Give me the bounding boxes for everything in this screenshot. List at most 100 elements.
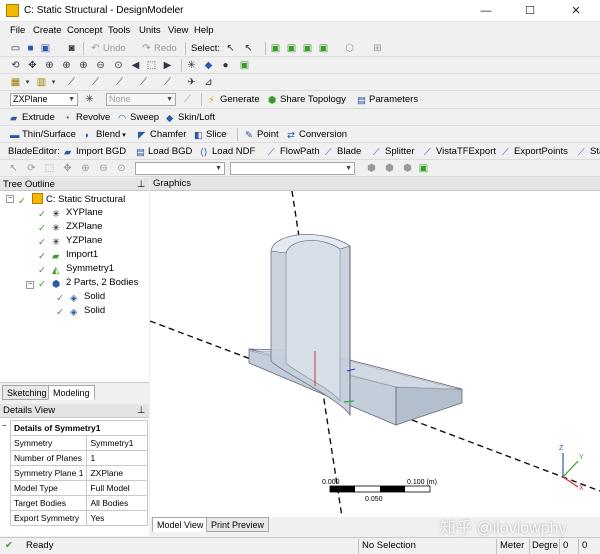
table-row[interactable]: Symmetry Plane 1 ZXPlane [9, 465, 148, 481]
tab-print-preview[interactable]: Print Preview [206, 517, 270, 532]
load-ndf-button[interactable]: ⟨⟩ Load NDF [200, 146, 255, 158]
select-edges-icon[interactable]: ▣ [286, 43, 297, 54]
close-button[interactable]: ✕ [554, 2, 598, 20]
new-icon[interactable]: ▭ [10, 43, 21, 54]
triad-icon[interactable]: ✳ [186, 60, 197, 71]
save-as-icon[interactable]: ▣ [40, 43, 51, 54]
coordinate-system-icon[interactable]: ▦ [10, 77, 21, 88]
display-plane-icon[interactable]: ▣ [239, 60, 250, 71]
tree-item-parts[interactable]: ✓ ⬢ 2 Parts, 2 Bodies [38, 277, 138, 290]
zoom-icon[interactable]: ⊕ [44, 60, 55, 71]
rotate-icon[interactable]: ⟲ [10, 60, 21, 71]
display-model-icon[interactable]: ◆ [203, 60, 214, 71]
pan-icon[interactable]: ✥ [27, 60, 38, 71]
blade-button[interactable]: ⟋ Blade [325, 146, 361, 158]
chevron-down-icon[interactable]: ▾ [48, 77, 59, 88]
filter-edge-icon[interactable]: ⬢ [366, 163, 377, 174]
minimize-button[interactable]: — [464, 2, 508, 20]
generate-button[interactable]: ⚡ Generate [208, 94, 260, 106]
menu-tools[interactable]: Tools [108, 25, 130, 36]
chevron-down-icon[interactable]: ▾ [22, 77, 33, 88]
plane-select[interactable]: ZXPlane ▼ [10, 93, 78, 106]
select-faces-icon[interactable]: ▣ [302, 43, 313, 54]
filter-body-icon[interactable]: ⬢ [402, 163, 413, 174]
select-cursor-icon[interactable]: ↖ [225, 43, 236, 54]
move-icon[interactable]: ✥ [62, 163, 73, 174]
menu-view[interactable]: View [168, 25, 188, 36]
zoom-box-icon[interactable]: ⊕ [80, 163, 91, 174]
flowpath-button[interactable]: ⟋ FlowPath [268, 146, 320, 158]
magnifier-icon[interactable]: ⊖ [95, 60, 106, 71]
select-bodies-icon[interactable]: ▣ [318, 43, 329, 54]
tree-item-symmetry1[interactable]: ✓ ◭ Symmetry1 [38, 263, 114, 276]
pin-icon[interactable]: ⊥ [137, 179, 145, 190]
menu-units[interactable]: Units [139, 25, 161, 36]
tree-item-zxplane[interactable]: ✓ ✳ ZXPlane [38, 221, 102, 234]
export-points-button[interactable]: ⟋ ExportPoints [502, 146, 568, 158]
display-point-icon[interactable]: ● [220, 60, 231, 71]
collapse-toggle[interactable]: − [2, 421, 7, 430]
collapse-toggle[interactable]: − [6, 195, 14, 203]
lasso-icon[interactable]: ⟳ [26, 163, 37, 174]
parameters-button[interactable]: ▤ Parameters [357, 94, 418, 106]
table-row[interactable]: Symmetry Symmetry1 [9, 435, 148, 451]
unit-angle[interactable]: Degre [532, 540, 558, 551]
filter-all-icon[interactable]: ▣ [418, 163, 429, 174]
table-row[interactable]: Target Bodies All Bodies [9, 495, 148, 511]
unit-length[interactable]: Meter [500, 540, 524, 551]
slice-button[interactable]: ◧ Slice [194, 129, 227, 141]
new-sketch-icon[interactable]: ⟋ [90, 77, 101, 88]
iso-view-icon[interactable]: ⬚ [146, 60, 157, 71]
plane-display-icon[interactable]: ▥ [36, 77, 47, 88]
save-icon[interactable]: ■ [25, 43, 36, 54]
new-sketch-icon[interactable]: ⟋ [182, 94, 193, 105]
sta-button[interactable]: ⟋Sta [578, 146, 600, 158]
box-select-icon[interactable]: ⬚ [44, 163, 55, 174]
redo-icon[interactable]: ↷ [141, 43, 152, 54]
thin-surface-button[interactable]: ▬ Thin/Surface [10, 129, 76, 141]
filter-combo-2[interactable]: ▼ [230, 162, 355, 175]
conversion-button[interactable]: ⇄ Conversion [287, 129, 347, 141]
table-row[interactable]: Model Type Full Model [9, 480, 148, 496]
filter-face-icon[interactable]: ⬢ [384, 163, 395, 174]
blend-button[interactable]: ◗ Blend ▾ [84, 129, 126, 141]
menu-file[interactable]: File [10, 25, 25, 36]
table-row[interactable]: Number of Planes 1 [9, 450, 148, 466]
model-viewport-svg[interactable]: 0.000 0.100 (m) 0.050 Z Y X [150, 191, 600, 517]
next-view-icon[interactable]: ▶ [162, 60, 173, 71]
fit-icon[interactable]: ⊙ [116, 163, 127, 174]
tab-modeling[interactable]: Modeling [48, 385, 95, 400]
zoom-out-icon[interactable]: ⊖ [98, 163, 109, 174]
extend-selection-icon[interactable]: ⬡ [344, 43, 355, 54]
zoom-fit-icon[interactable]: ⊕ [78, 60, 89, 71]
undo-icon[interactable]: ↶ [90, 43, 101, 54]
grid-icon[interactable]: ⊞ [372, 43, 383, 54]
line-icon[interactable]: ⟋ [162, 77, 173, 88]
redo-button[interactable]: Redo [154, 43, 177, 54]
share-topology-button[interactable]: ⬢ Share Topology [268, 94, 346, 106]
splitter-button[interactable]: ⟋ Splitter [373, 146, 415, 158]
skin-loft-button[interactable]: ◆ Skin/Loft [166, 112, 215, 124]
graphics-viewport[interactable]: 0.000 0.100 (m) 0.050 Z Y X [150, 191, 600, 517]
previous-view-icon[interactable]: ◀ [130, 60, 141, 71]
point-icon[interactable]: ⟋ [138, 77, 149, 88]
table-row[interactable]: Export Symmetry Yes [9, 510, 148, 526]
tree-item-solid[interactable]: ✓ ◈ Solid [56, 305, 105, 318]
look-at-icon[interactable]: ⟋ [114, 77, 125, 88]
point-button[interactable]: ✎ Point [245, 129, 279, 141]
collapse-toggle[interactable]: − [26, 281, 34, 289]
maximize-button[interactable]: ☐ [508, 2, 552, 20]
sketch-select[interactable]: None ▼ [106, 93, 176, 106]
revolve-button[interactable]: ◔ Revolve [64, 112, 110, 124]
menu-create[interactable]: Create [33, 25, 62, 36]
undo-button[interactable]: Undo [103, 43, 126, 54]
import-bgd-button[interactable]: ▰ Import BGD [64, 146, 126, 158]
screenshot-icon[interactable]: ◙ [66, 43, 77, 54]
tree-item-yzplane[interactable]: ✓ ✳ YZPlane [38, 235, 102, 248]
tree-root[interactable]: ✓ C: Static Structural [18, 193, 125, 207]
sweep-button[interactable]: ◠ Sweep [118, 112, 159, 124]
menu-help[interactable]: Help [194, 25, 214, 36]
arrow-icon[interactable]: ↖ [8, 163, 19, 174]
menu-concept[interactable]: Concept [67, 25, 102, 36]
extrude-button[interactable]: ▰ Extrude [10, 112, 55, 124]
